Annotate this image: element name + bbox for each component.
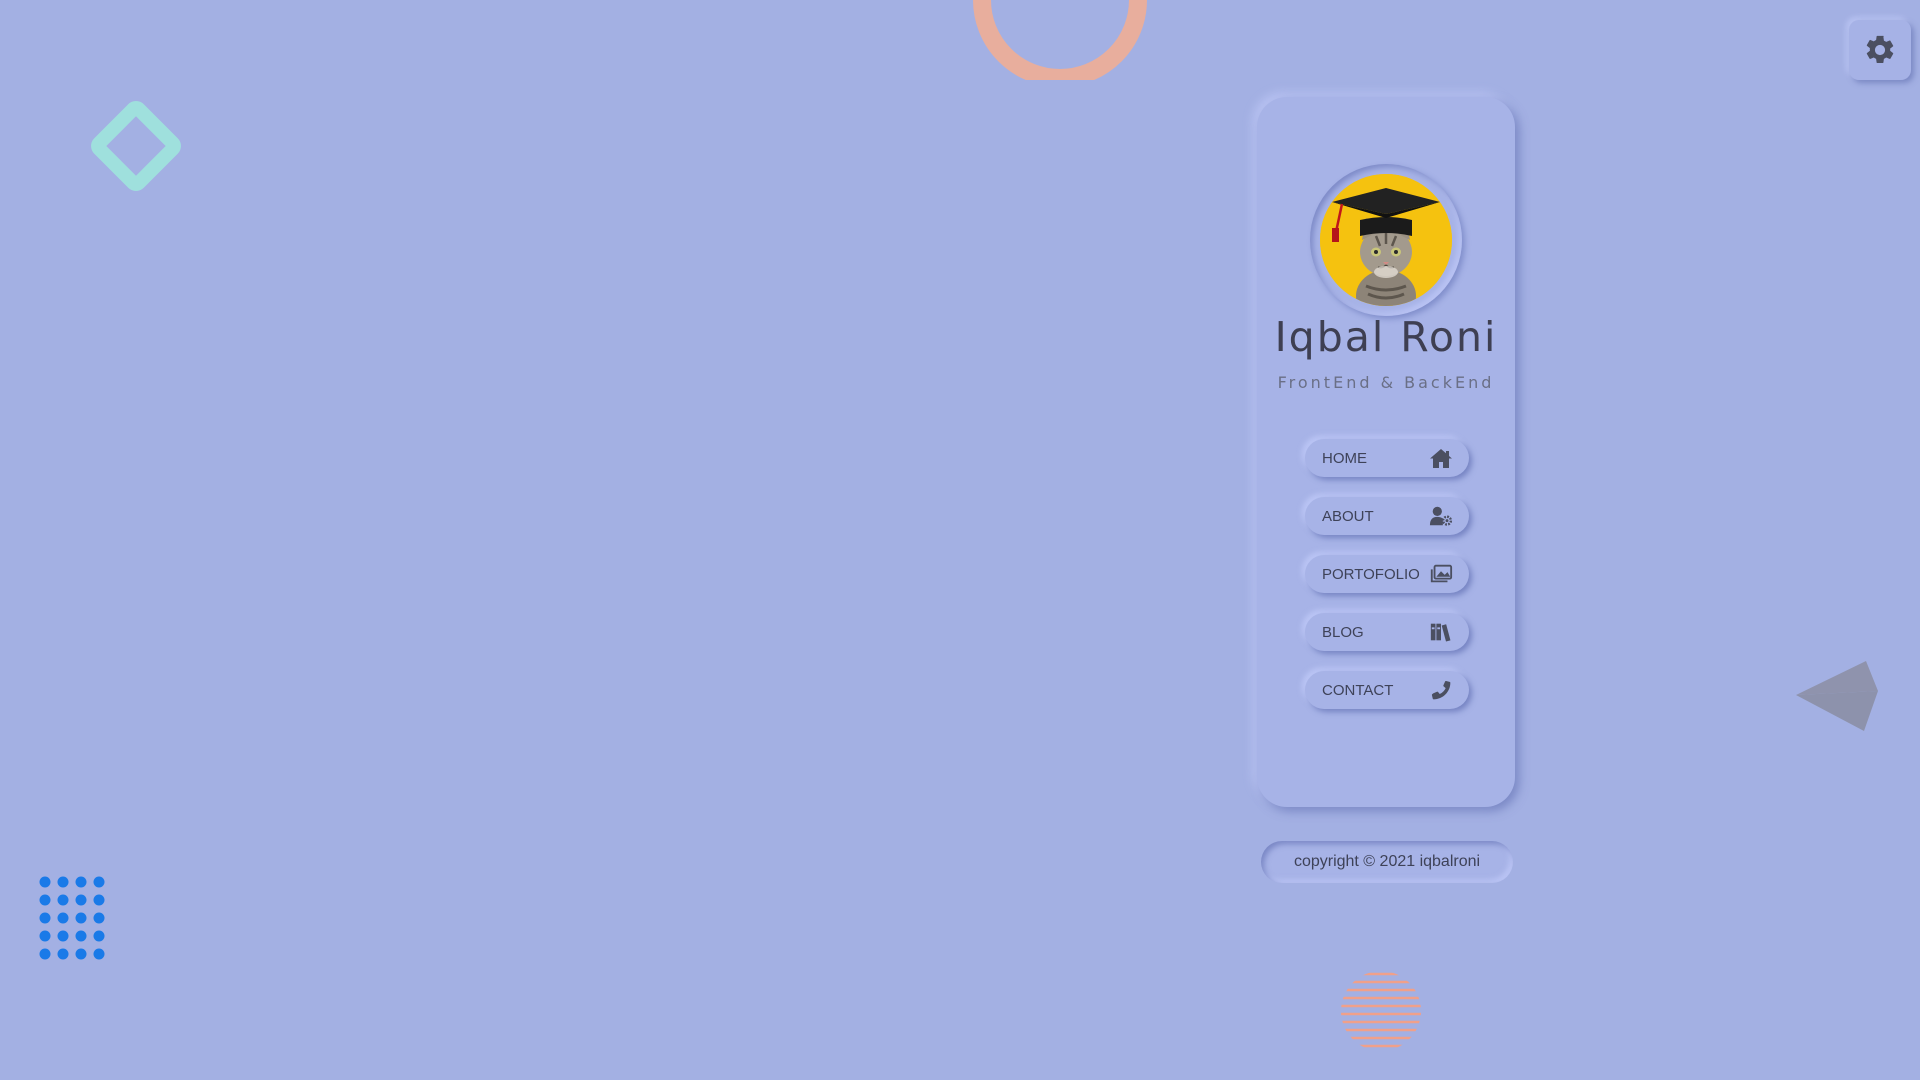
home-icon <box>1429 447 1453 469</box>
nav-item-label: BLOG <box>1322 623 1364 641</box>
profile-role: FrontEnd & BackEnd <box>1277 373 1495 392</box>
decorative-dot-grid <box>39 876 105 960</box>
profile-name: Iqbal Roni <box>1274 313 1498 361</box>
main-nav: HOME ABOUT PORTOFOLIO BLOG CONTACT <box>1305 439 1469 729</box>
gear-icon <box>1866 35 1894 64</box>
avatar <box>1320 174 1452 306</box>
nav-item-contact[interactable]: CONTACT <box>1305 671 1469 709</box>
phone-icon <box>1429 679 1453 701</box>
nav-item-about[interactable]: ABOUT <box>1305 497 1469 535</box>
nav-item-label: HOME <box>1322 449 1367 467</box>
nav-item-home[interactable]: HOME <box>1305 439 1469 477</box>
images-icon <box>1429 563 1453 585</box>
user-cog-icon <box>1429 505 1453 527</box>
nav-item-portofolio[interactable]: PORTOFOLIO <box>1305 555 1469 593</box>
avatar-frame <box>1310 164 1462 316</box>
copyright-text: copyright © 2021 iqbalroni <box>1261 841 1513 883</box>
decorative-diamond <box>91 101 181 191</box>
decorative-ring <box>973 0 1147 80</box>
nav-item-label: ABOUT <box>1322 507 1374 525</box>
profile-card: Iqbal Roni FrontEnd & BackEnd HOME ABOUT… <box>1257 97 1515 807</box>
nav-item-blog[interactable]: BLOG <box>1305 613 1469 651</box>
nav-item-label: PORTOFOLIO <box>1322 565 1420 583</box>
cat-graduate-avatar-image <box>1320 174 1452 306</box>
nav-item-label: CONTACT <box>1322 681 1394 699</box>
decorative-paper-plane <box>1796 661 1878 731</box>
settings-button[interactable] <box>1849 20 1911 80</box>
books-icon <box>1429 621 1453 643</box>
decorative-striped-circle <box>1341 972 1421 1048</box>
